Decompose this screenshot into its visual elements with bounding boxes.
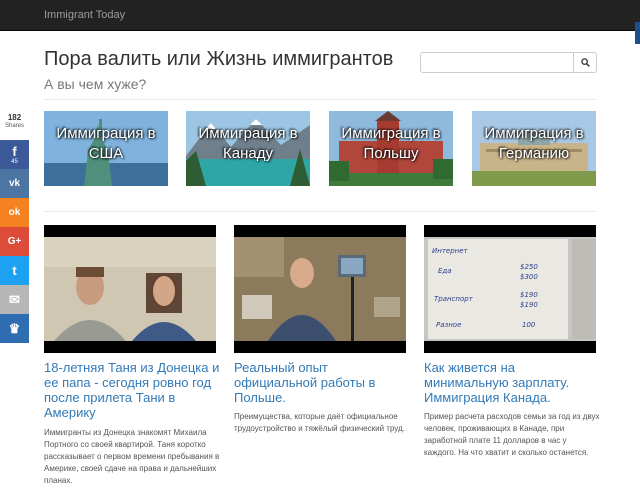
search-button[interactable]: [573, 52, 597, 73]
video-thumbnail-image: [234, 225, 406, 353]
mail-icon: ✉: [9, 292, 20, 307]
note-line: Транспорт: [434, 295, 474, 303]
post-1-title-link[interactable]: 18-летняя Таня из Донецка и ее папа - се…: [44, 360, 220, 420]
share-odnoklassniki-button[interactable]: ok: [0, 198, 29, 227]
share-crown-button[interactable]: ♛: [0, 314, 29, 343]
note-line: $300: [520, 273, 538, 281]
site-subtitle: А вы чем хуже?: [44, 76, 147, 92]
post-2-excerpt: Преимущества, которые даёт официальное т…: [234, 412, 405, 433]
side-edge-tab[interactable]: [635, 22, 640, 44]
site-title: Пора валить или Жизнь иммигрантов: [44, 48, 394, 70]
search-icon: [580, 58, 590, 67]
share-email-button[interactable]: ✉: [0, 285, 29, 314]
odnoklassniki-icon: ok: [8, 207, 21, 218]
share-google-plus-button[interactable]: G+: [0, 227, 29, 256]
google-plus-icon: G+: [7, 236, 22, 247]
post-2-title-link[interactable]: Реальный опыт официальной работы в Польш…: [234, 360, 410, 405]
share-vkontakte-button[interactable]: vk: [0, 169, 29, 198]
category-poland-label: Иммиграция в Польшу: [341, 125, 441, 162]
category-usa[interactable]: Иммиграция в США: [44, 111, 168, 186]
post-3-thumbnail[interactable]: Интернет Еда Транспорт Разное $250 $300 …: [424, 225, 596, 353]
header-divider: [44, 99, 597, 100]
note-line: $190: [520, 301, 538, 309]
section-divider: [44, 211, 597, 212]
category-poland[interactable]: Иммиграция в Польшу: [329, 111, 453, 186]
category-germany[interactable]: Иммиграция в Германию: [472, 111, 596, 186]
video-thumbnail-image: [44, 225, 216, 353]
post-3-title-link[interactable]: Как живется на минимальную зарплату. Имм…: [424, 360, 600, 405]
post-1-thumbnail[interactable]: [44, 225, 216, 353]
share-count-label: Shares: [4, 123, 24, 129]
note-line: Еда: [438, 267, 452, 275]
note-line: Разное: [436, 321, 461, 329]
post-2-thumbnail[interactable]: [234, 225, 406, 353]
share-facebook-count: 45: [11, 158, 18, 165]
note-line: Интернет: [432, 247, 469, 255]
post-1-excerpt: Иммигранты из Донецка знакомят Михаила П…: [44, 428, 220, 485]
category-germany-label: Иммиграция в Германию: [484, 125, 584, 162]
facebook-icon: f: [12, 143, 17, 159]
note-line: $190: [520, 291, 538, 299]
note-line: 100: [522, 321, 536, 329]
top-navbar: Immigrant Today: [0, 0, 640, 31]
video-thumbnail-image: Интернет Еда Транспорт Разное $250 $300 …: [424, 225, 596, 353]
share-facebook-button[interactable]: f 45: [0, 140, 29, 169]
twitter-icon: t: [12, 263, 17, 278]
post-3-excerpt: Пример расчета расходов семьи за год из …: [424, 412, 600, 457]
search-input[interactable]: [420, 52, 573, 73]
note-line: $250: [520, 263, 538, 271]
share-counter: 182 Shares: [0, 113, 29, 130]
site-brand-link[interactable]: Immigrant Today: [44, 9, 125, 21]
share-count-number: 182: [7, 113, 22, 122]
category-canada[interactable]: Иммиграция в Канаду: [186, 111, 310, 186]
category-canada-label: Иммиграция в Канаду: [198, 125, 298, 162]
crown-icon: ♛: [8, 321, 21, 336]
category-usa-label: Иммиграция в США: [56, 125, 156, 162]
vk-icon: vk: [8, 178, 21, 189]
share-twitter-button[interactable]: t: [0, 256, 29, 285]
